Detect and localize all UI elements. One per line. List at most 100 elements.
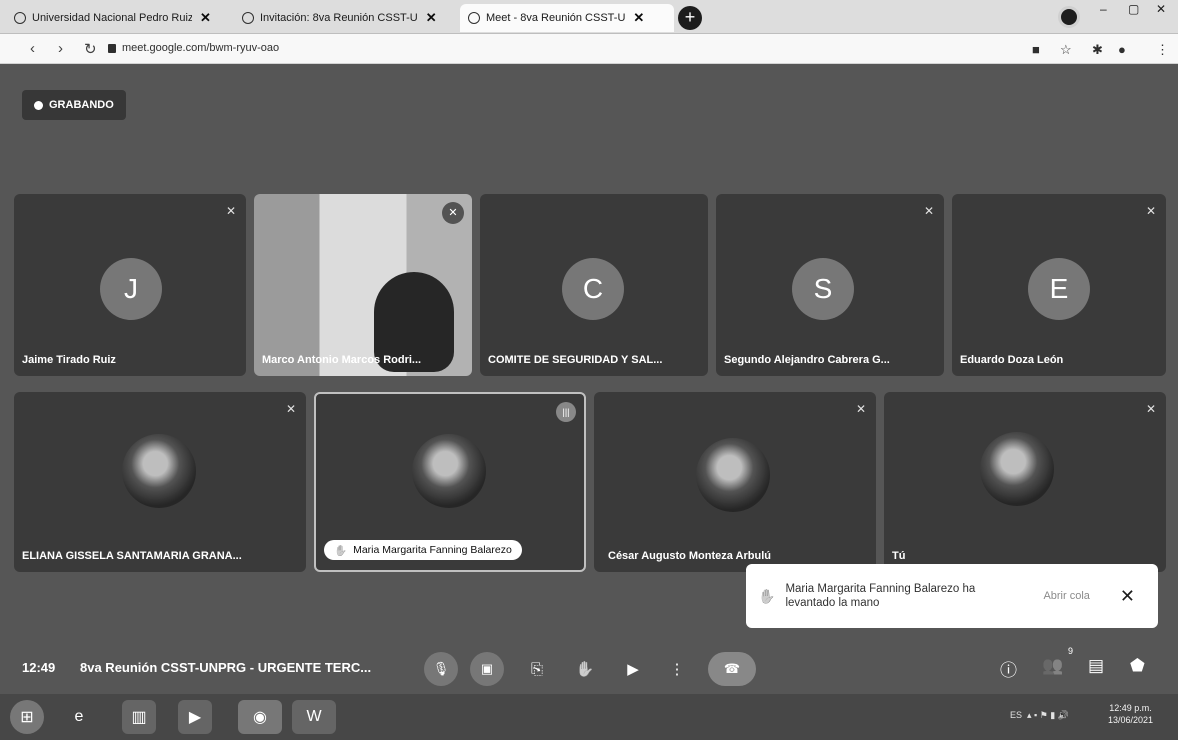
participant-tile-video[interactable]: ✕ Marco Antonio Marcos Rodri... (254, 194, 472, 376)
tab-label: Invitación: 8va Reunión CSST-U (260, 12, 418, 24)
mic-off-icon: ✕ (1145, 402, 1156, 416)
chat-icon[interactable]: ▤ (1088, 656, 1104, 676)
participant-tile-active-speaker[interactable]: ||| ✋ Maria Margarita Fanning Balarezo (314, 392, 586, 572)
participant-tile[interactable]: ✕ César Augusto Monteza Arbulú (594, 392, 876, 572)
speaking-indicator-icon: ||| (556, 402, 576, 422)
participant-name: Maria Margarita Fanning Balarezo (353, 544, 512, 556)
participant-name: Segundo Alejandro Cabrera G... (724, 354, 890, 366)
profile-icon[interactable] (1058, 6, 1080, 28)
recording-label: GRABANDO (49, 99, 114, 111)
mic-off-icon: ✕ (442, 202, 464, 224)
mic-toggle-button[interactable]: 🎙 (424, 652, 458, 686)
avatar: S (792, 258, 854, 320)
participant-tile[interactable]: ✕ E Eduardo Doza León (952, 194, 1166, 376)
new-tab-button[interactable]: + (678, 6, 702, 30)
address-bar: ‹ › ↻ meet.google.com/bwm-ryuv-oao ■ ☆ ✱… (0, 34, 1178, 64)
star-icon[interactable]: ☆ (1060, 42, 1072, 58)
participant-photo (122, 434, 196, 508)
taskbar-explorer[interactable]: ▥ (122, 700, 156, 734)
mic-off-icon: ✕ (225, 204, 236, 218)
taskbar-media[interactable]: ▶ (178, 700, 212, 734)
avatar: E (1028, 258, 1090, 320)
tab-universidad[interactable]: Universidad Nacional Pedro Ruiz ✕ (6, 4, 232, 32)
more-options-button[interactable]: ⋮ (660, 652, 694, 686)
browser-tab-bar: Universidad Nacional Pedro Ruiz ✕ Invita… (0, 0, 1178, 34)
participant-photo (412, 434, 486, 508)
participant-name: Tú (892, 550, 906, 562)
participant-photo (696, 438, 770, 512)
close-icon[interactable]: ✕ (633, 10, 644, 26)
raised-hand-icon: ✋ (758, 587, 776, 604)
camera-off-icon: ▣ (480, 661, 494, 676)
tab-label: Meet - 8va Reunión CSST-U (486, 12, 626, 24)
raise-hand-button[interactable]: ✋ (568, 652, 602, 686)
raised-hand-notification: ✋ Maria Margarita Fanning Balarezo ha le… (746, 564, 1158, 628)
tab-invitacion[interactable]: Invitación: 8va Reunión CSST-U ✕ (234, 4, 456, 32)
close-window-icon[interactable]: ✕ (1156, 2, 1166, 16)
notification-message: Maria Margarita Fanning Balarezo ha leva… (785, 583, 976, 609)
minimize-icon[interactable]: – (1100, 2, 1107, 16)
participant-tile-self[interactable]: ✕ Tú (884, 392, 1166, 572)
taskbar-chrome[interactable]: ◉ (238, 700, 282, 734)
system-clock[interactable]: 12:49 p.m. 13/06/2021 (1108, 702, 1153, 726)
participant-tile[interactable]: ✕ S Segundo Alejandro Cabrera G... (716, 194, 944, 376)
close-icon[interactable]: ✕ (1120, 586, 1135, 607)
reload-icon[interactable]: ↻ (84, 40, 97, 58)
hand-icon: ✋ (575, 661, 595, 678)
camera-toggle-button[interactable]: ▣ (470, 652, 504, 686)
chrome-icon: ◉ (253, 709, 267, 726)
system-tray: ES ▴ ▪ ⚑ ▮ 🔊 (1010, 710, 1069, 720)
record-dot-icon (34, 100, 43, 110)
lock-icon (108, 43, 116, 53)
info-icon[interactable]: ⓘ (1000, 656, 1017, 681)
language-indicator[interactable]: ES (1010, 710, 1022, 720)
url-field[interactable]: meet.google.com/bwm-ryuv-oao (108, 42, 279, 54)
captions-button[interactable]: ⎘ (520, 652, 554, 686)
word-icon: W (306, 708, 322, 725)
forward-icon[interactable]: › (58, 40, 63, 57)
globe-icon (14, 12, 26, 24)
extension-icon[interactable]: ✱ (1092, 42, 1103, 58)
taskbar-ie[interactable]: e (62, 700, 96, 734)
tab-label: Universidad Nacional Pedro Ruiz (32, 12, 192, 24)
system-time: 12:49 p.m. (1109, 703, 1152, 713)
system-date: 13/06/2021 (1108, 715, 1154, 725)
activities-icon[interactable]: ⬟ (1130, 656, 1145, 676)
camera-icon[interactable]: ■ (1032, 42, 1040, 57)
open-queue-button[interactable]: Abrir cola (1043, 590, 1089, 602)
internet-explorer-icon: e (74, 708, 84, 725)
menu-icon[interactable]: ⋮ (1156, 42, 1169, 58)
participant-tile[interactable]: ✕ ELIANA GISSELA SANTAMARIA GRANA... (14, 392, 306, 572)
url-text: meet.google.com/bwm-ryuv-oao (122, 42, 280, 54)
leave-call-button[interactable]: ☎ (708, 652, 756, 686)
meeting-clock: 12:49 (22, 660, 56, 675)
os-taskbar: ⊞ e ▥ ▶ ◉ W ES ▴ ▪ ⚑ ▮ 🔊 12:49 p.m. 13/0… (0, 694, 1178, 740)
people-icon[interactable]: 👥 (1042, 656, 1063, 676)
tab-meet[interactable]: Meet - 8va Reunión CSST-U ✕ (460, 4, 674, 32)
participant-tile[interactable]: C COMITE DE SEGURIDAD Y SAL... (480, 194, 708, 376)
close-icon[interactable]: ✕ (200, 10, 211, 26)
start-button[interactable]: ⊞ (10, 700, 44, 734)
participant-name-pill: ✋ Maria Margarita Fanning Balarezo (324, 540, 522, 560)
back-icon[interactable]: ‹ (30, 40, 35, 57)
mic-off-icon: ✕ (1145, 204, 1156, 218)
recording-badge: GRABANDO (22, 90, 126, 120)
participant-name: COMITE DE SEGURIDAD Y SAL... (488, 354, 663, 366)
mic-off-icon: ✕ (923, 204, 934, 218)
mic-off-icon: ✕ (855, 402, 866, 416)
present-button[interactable]: ▶ (616, 652, 650, 686)
participant-name: Marco Antonio Marcos Rodri... (262, 354, 422, 366)
participant-name: Jaime Tirado Ruiz (22, 354, 116, 366)
mic-off-icon: 🎙 (432, 661, 450, 676)
profile-avatar-icon[interactable]: ● (1118, 42, 1126, 57)
avatar: J (100, 258, 162, 320)
maximize-icon[interactable]: ▢ (1128, 2, 1139, 16)
meet-stage: GRABANDO ✕ J Jaime Tirado Ruiz ✕ Marco A… (0, 64, 1178, 694)
present-icon: ▶ (627, 661, 639, 678)
close-icon[interactable]: ✕ (426, 10, 437, 26)
meeting-title: 8va Reunión CSST-UNPRG - URGENTE TERC... (80, 660, 372, 675)
mic-off-icon: ✕ (285, 402, 296, 416)
participant-tile[interactable]: ✕ J Jaime Tirado Ruiz (14, 194, 246, 376)
folder-icon: ▥ (131, 709, 147, 726)
taskbar-word[interactable]: W (292, 700, 336, 734)
